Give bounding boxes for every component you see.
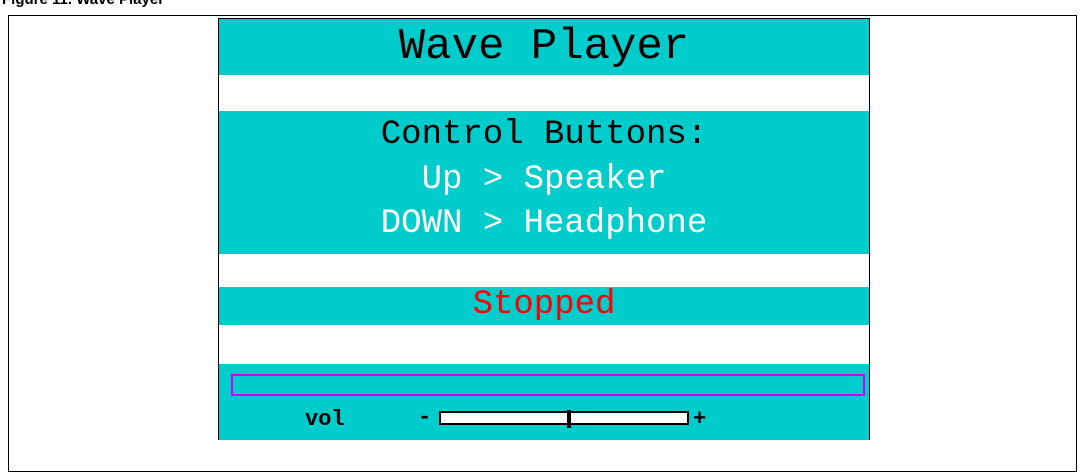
status-band: Stopped — [219, 287, 869, 325]
control-line-down: DOWN > Headphone — [380, 205, 708, 243]
volume-label: vol — [305, 407, 345, 432]
title-band: Wave Player — [219, 19, 869, 75]
volume-slider[interactable] — [439, 410, 689, 428]
progress-bar — [231, 374, 865, 396]
controls-heading: Control Buttons: — [380, 116, 708, 154]
volume-plus: + — [693, 407, 707, 432]
player-title: Wave Player — [398, 22, 690, 72]
playback-status: Stopped — [472, 286, 616, 324]
figure-caption-strip: Figure 11. Wave Player — [0, 0, 1080, 14]
control-line-up: Up > Speaker — [421, 161, 667, 199]
figure-caption: Figure 11. Wave Player — [2, 0, 164, 8]
volume-slider-knob[interactable] — [566, 410, 571, 428]
player-screen: Wave Player Control Buttons: Up > Speake… — [218, 18, 870, 440]
controls-band: Control Buttons: Up > Speaker DOWN > Hea… — [219, 111, 869, 254]
volume-minus: - — [418, 405, 432, 430]
